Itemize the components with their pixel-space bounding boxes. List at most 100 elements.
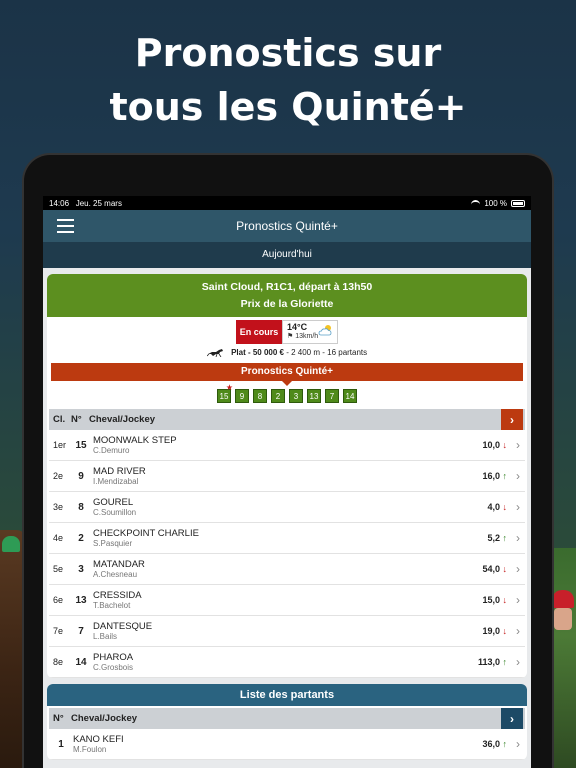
status-bar: 14:06 Jeu. 25 mars 100 %	[43, 196, 531, 210]
table-row[interactable]: 1er 15 MOONWALK STEP C.Demuro 10,0 ↓ ›	[49, 430, 525, 462]
odds-value: 54,0	[482, 564, 500, 575]
prono-number[interactable]: 2	[271, 389, 285, 404]
prono-number[interactable]: 14	[343, 389, 357, 404]
horse-name: MAD RIVER	[93, 466, 146, 478]
chevron-right-icon[interactable]: ›	[511, 438, 525, 452]
row-number: 7	[78, 625, 84, 637]
partants-title[interactable]: Liste des partants	[47, 684, 527, 707]
odds-value: 16,0	[482, 471, 500, 482]
table-row[interactable]: 4e 2 CHECKPOINT CHARLIE S.Pasquier 5,2 ↑ ›	[49, 523, 525, 555]
horse-name: KANO KEFI	[73, 734, 124, 746]
jockey-name: C.Demuro	[93, 446, 130, 456]
row-names: MATANDAR A.Chesneau	[89, 559, 482, 579]
row-number: 14	[75, 656, 87, 668]
galloping-horse-icon	[206, 349, 223, 358]
status-date: Jeu. 25 mars	[75, 198, 122, 208]
prono-number-label: 2	[275, 392, 281, 402]
col-classement: Cl.	[53, 414, 66, 426]
race-header[interactable]: Saint Cloud, R1C1, départ à 13h50 Prix d…	[47, 274, 527, 317]
table-row[interactable]: 8e 14 PHAROA C.Grosbois 113,0 ↑ ›	[49, 647, 525, 679]
arrow-up-icon: ↑	[499, 657, 507, 668]
prono-numbers: 15 ★ 9 8 2 3 13 7 14	[47, 384, 527, 404]
row-number: 3	[78, 563, 84, 575]
odds-value: 19,0	[482, 626, 500, 637]
battery-icon	[511, 199, 525, 207]
table-row[interactable]: 3e 8 GOUREL C.Soumillon 4,0 ↓ ›	[49, 492, 525, 524]
race-name: Prix de la Gloriette	[240, 298, 334, 310]
main-content: Saint Cloud, R1C1, départ à 13h50 Prix d…	[43, 268, 531, 768]
live-status-badge: En cours	[236, 320, 282, 344]
arrow-down-icon: ↓	[499, 564, 507, 575]
row-number: 15	[75, 439, 87, 451]
row-rank: 5e	[53, 564, 64, 575]
prono-number[interactable]: 8	[253, 389, 267, 404]
prono-number[interactable]: 3	[289, 389, 303, 404]
table-row[interactable]: 2e 9 MAD RIVER I.Mendizabal 16,0 ↑ ›	[49, 461, 525, 493]
chevron-right-icon[interactable]: ›	[511, 531, 525, 545]
arrow-down-icon: ↓	[499, 502, 507, 513]
weather-box: 14°C ⚑ 13km/h	[282, 320, 338, 344]
prono-number[interactable]: 13	[307, 389, 321, 404]
flag-icon: ⚑	[287, 333, 294, 340]
partants-table-header: N° Cheval/Jockey ›	[49, 708, 525, 730]
wifi-icon	[471, 199, 481, 207]
odds-value: 5,2	[487, 533, 500, 544]
row-rank: 3e	[53, 502, 64, 513]
odds-value: 4,0	[487, 502, 500, 513]
app-screen: 14:06 Jeu. 25 mars 100 % Pronostics Quin…	[43, 196, 531, 768]
row-odds: 19,0 ↓	[482, 626, 507, 636]
horse-name: CRESSIDA	[93, 590, 142, 602]
table-row[interactable]: 5e 3 MATANDAR A.Chesneau 54,0 ↓ ›	[49, 554, 525, 586]
odds-value: 15,0	[482, 595, 500, 606]
chevron-right-icon[interactable]: ›	[511, 624, 525, 638]
row-odds: 54,0 ↓	[482, 564, 507, 574]
arrow-up-icon: ↑	[499, 471, 507, 482]
prono-number[interactable]: 7	[325, 389, 339, 404]
table-row[interactable]: 1 KANO KEFI M.Foulon 36,0 ↑ ›	[49, 729, 525, 761]
arrow-down-icon: ↓	[499, 595, 507, 606]
arrow-down-icon: ↓	[499, 626, 507, 637]
row-odds: 15,0 ↓	[482, 595, 507, 605]
jockey-name: L.Bails	[93, 632, 118, 642]
table-row[interactable]: 6e 13 CRESSIDA T.Bachelot 15,0 ↓ ›	[49, 585, 525, 617]
race-status-row: En cours 14°C ⚑ 13km/h	[47, 320, 527, 344]
table-row[interactable]: 7e 7 DANTESQUE L.Bails 19,0 ↓ ›	[49, 616, 525, 648]
chevron-right-icon[interactable]: ›	[511, 593, 525, 607]
race-distance-runners: - 2 400 m - 16 partants	[284, 348, 368, 357]
row-odds: 36,0 ↑	[482, 739, 507, 749]
jockey-name: M.Foulon	[73, 745, 107, 755]
row-odds: 5,2 ↑	[487, 533, 507, 543]
row-names: MOONWALK STEP C.Demuro	[89, 435, 482, 455]
prono-number-label: 15	[219, 392, 229, 402]
hamburger-icon[interactable]	[57, 219, 74, 233]
row-names: DANTESQUE L.Bails	[89, 621, 482, 641]
chevron-right-icon[interactable]: ›	[511, 500, 525, 514]
chevron-right-icon[interactable]: ›	[501, 409, 523, 431]
prono-band: Pronostics Quinté+	[51, 363, 523, 387]
jockey-name: S.Pasquier	[93, 539, 133, 549]
partants-card: Liste des partants N° Cheval/Jockey › 1K…	[47, 684, 527, 761]
status-time: 14:06	[49, 198, 70, 208]
ranking-table-header: Cl. N° Cheval/Jockey ›	[49, 409, 525, 431]
chevron-right-icon[interactable]: ›	[511, 655, 525, 669]
row-names: CRESSIDA T.Bachelot	[89, 590, 482, 610]
row-names: PHAROA C.Grosbois	[89, 652, 478, 672]
race-info: Plat - 50 000 € - 2 400 m - 16 partants	[47, 348, 527, 358]
col-cheval-jockey: Cheval/Jockey	[89, 414, 156, 426]
prono-number[interactable]: 15 ★	[217, 384, 233, 404]
ranking-list: 1er 15 MOONWALK STEP C.Demuro 10,0 ↓ › 2e 9 MAD …	[47, 430, 527, 679]
horse-name: CHECKPOINT CHARLIE	[93, 528, 199, 540]
chevron-right-icon[interactable]: ›	[511, 469, 525, 483]
row-rank: 8e	[53, 657, 64, 668]
col-numero: N°	[53, 713, 64, 725]
promo-line-2: tous les Quinté+	[109, 85, 467, 129]
prono-number[interactable]: 9	[235, 389, 249, 404]
background-jockey-right	[552, 548, 576, 768]
chevron-right-icon[interactable]: ›	[511, 737, 525, 751]
prono-number-label: 8	[257, 392, 263, 402]
row-names: CHECKPOINT CHARLIE S.Pasquier	[89, 528, 487, 548]
chevron-right-icon[interactable]: ›	[501, 708, 523, 730]
day-selector[interactable]: Aujourd'hui	[43, 242, 531, 268]
chevron-right-icon[interactable]: ›	[511, 562, 525, 576]
jockey-name: I.Mendizabal	[93, 477, 139, 487]
